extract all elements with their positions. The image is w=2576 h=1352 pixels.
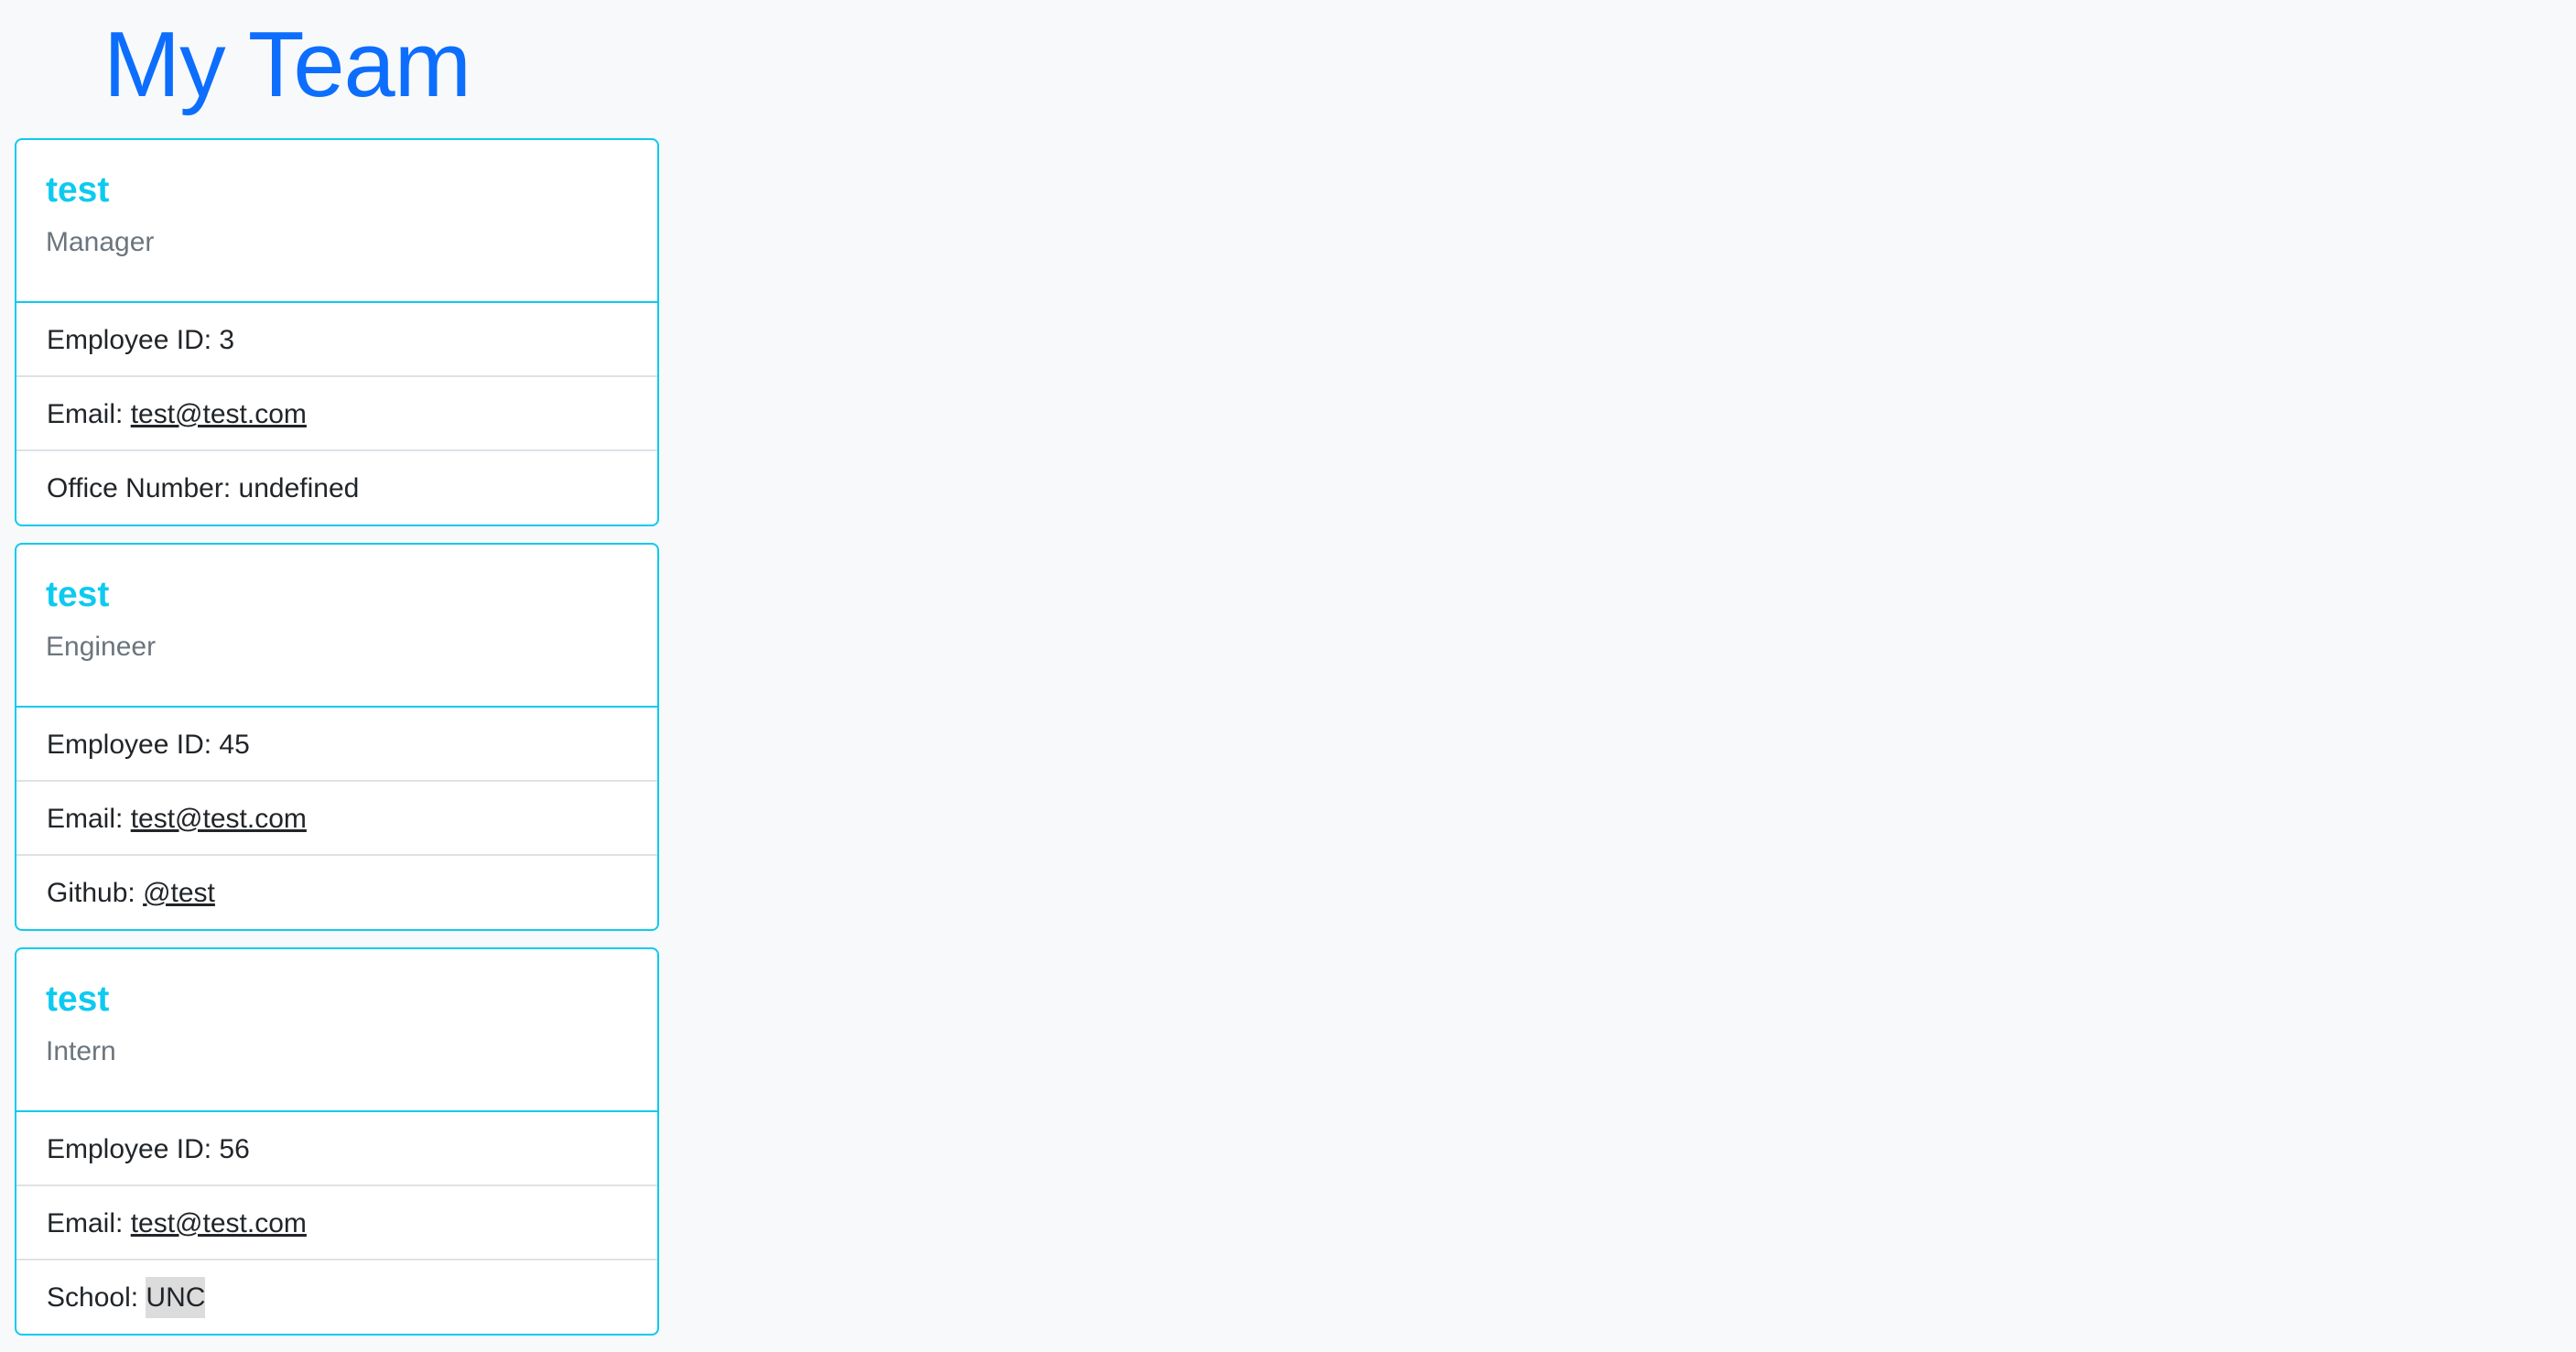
email-label: Email: [47,1208,124,1238]
office-number-item: Office Number: undefined [16,451,657,525]
employee-details: Employee ID: 56 Email: test@test.com Sch… [16,1112,657,1334]
github-item: Github: @test [16,856,657,929]
employee-id-item: Employee ID: 3 [16,303,657,377]
employee-id-label: Employee ID: [47,730,212,760]
employee-id-label: Employee ID: [47,1134,212,1164]
card-header: test Engineer [16,545,657,708]
email-label: Email: [47,399,124,429]
email-link[interactable]: test@test.com [131,804,307,834]
employee-id-value: 56 [219,1134,250,1164]
email-item: Email: test@test.com [16,1186,657,1260]
email-link[interactable]: test@test.com [131,399,307,429]
office-number-value: undefined [238,473,360,503]
team-list: test Manager Employee ID: 3 Email: test@… [15,138,659,1352]
employee-id-item: Employee ID: 45 [16,708,657,782]
employee-id-label: Employee ID: [47,325,212,355]
employee-name: test [46,575,110,614]
page-title: My Team [103,14,471,116]
employee-role: Intern [46,1036,116,1066]
school-label: School: [47,1282,139,1313]
email-item: Email: test@test.com [16,782,657,856]
employee-role: Engineer [46,632,157,662]
school-item: School: UNC [16,1260,657,1334]
github-label: Github: [47,878,135,908]
employee-name: test [46,979,110,1019]
employee-details: Employee ID: 45 Email: test@test.com Git… [16,708,657,929]
employee-name: test [46,170,110,210]
employee-details: Employee ID: 3 Email: test@test.com Offi… [16,303,657,525]
employee-card-engineer: test Engineer Employee ID: 45 Email: tes… [15,543,659,931]
employee-card-manager: test Manager Employee ID: 3 Email: test@… [15,138,659,526]
email-label: Email: [47,804,124,834]
employee-id-item: Employee ID: 56 [16,1112,657,1186]
github-link[interactable]: @test [143,878,215,908]
office-number-label: Office Number: [47,473,232,503]
employee-role: Manager [46,227,155,257]
card-header: test Manager [16,140,657,303]
employee-id-value: 3 [219,325,235,355]
email-link[interactable]: test@test.com [131,1208,307,1238]
school-value: UNC [146,1277,206,1318]
email-item: Email: test@test.com [16,377,657,451]
card-header: test Intern [16,949,657,1112]
employee-id-value: 45 [219,730,250,760]
employee-card-intern: test Intern Employee ID: 56 Email: test@… [15,947,659,1336]
